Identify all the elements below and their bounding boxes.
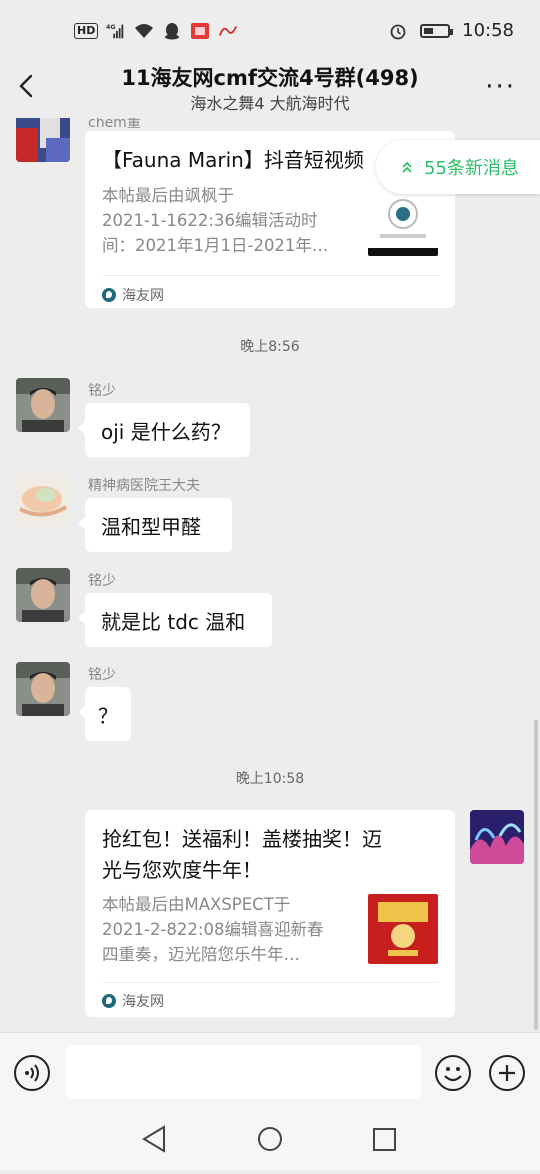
group-subtitle: 海水之舞4 大航海时代	[190, 94, 350, 113]
group-title: 11海友网cmf交流4号群(498)	[121, 66, 419, 90]
sender-name: 精神病医院王大夫	[88, 478, 200, 494]
timestamp: 晚上8:56	[240, 339, 300, 355]
card-thumbnail	[368, 186, 438, 256]
card-thumbnail	[368, 894, 438, 964]
message-bubble[interactable]: ？	[78, 687, 131, 741]
avatar[interactable]	[16, 568, 70, 622]
home-nav-icon[interactable]	[258, 1127, 282, 1151]
source-logo-icon	[102, 994, 116, 1008]
message-text: 就是比 tdc 温和	[101, 609, 246, 634]
sender-name: 铭少	[88, 383, 116, 399]
plus-icon	[499, 1065, 515, 1081]
sender-name: 铭少	[88, 667, 116, 683]
svg-text:4G: 4G	[106, 24, 116, 31]
message-bubble[interactable]: 就是比 tdc 温和	[78, 593, 272, 647]
sender-name: chem董	[88, 118, 141, 131]
system-nav-bar	[0, 1112, 540, 1170]
avatar[interactable]	[16, 118, 70, 162]
card-description: 本帖最后由飒枫于 2021-1-1622:36编辑活动时 间：2021年1月1日…	[102, 186, 329, 255]
sender-name: 铭少	[88, 573, 116, 589]
recents-nav-icon[interactable]	[373, 1128, 396, 1151]
new-messages-label: 55条新消息	[424, 158, 519, 179]
more-actions-button[interactable]	[489, 1055, 525, 1091]
double-chevron-up-icon	[402, 161, 412, 173]
wifi-icon	[134, 22, 154, 40]
message-input[interactable]	[66, 1045, 421, 1099]
source-logo-icon	[102, 288, 116, 302]
message-bubble[interactable]: 温和型甲醛	[78, 498, 232, 552]
scrollbar[interactable]	[534, 720, 538, 1030]
new-messages-button[interactable]: 55条新消息	[376, 140, 540, 194]
signal-icon: 4G	[106, 22, 126, 40]
more-button[interactable]: ···	[485, 72, 516, 102]
emoji-button[interactable]	[435, 1055, 471, 1091]
card-source: 海友网	[102, 991, 164, 1011]
card-title: 【Fauna Marin】抖音短视频	[102, 148, 364, 172]
hd-icon: HD	[74, 23, 99, 39]
alarm-icon	[388, 22, 408, 40]
status-bar: HD 4G 10:58	[0, 0, 540, 62]
card-description: 本帖最后由MAXSPECT于 2021-2-822:08编辑喜迎新春 四重奏，迈…	[102, 895, 324, 964]
message-text: ？	[98, 703, 118, 728]
back-nav-icon[interactable]	[142, 1125, 165, 1153]
emoji-icon	[444, 1067, 462, 1082]
my-avatar[interactable]	[470, 810, 524, 864]
avatar[interactable]	[16, 662, 70, 716]
card-title: 抢红包！送福利！盖楼抽奖！迈 光与您欢度牛年！	[102, 827, 382, 882]
message-bubble[interactable]: oji 是什么药？	[78, 403, 250, 457]
app-icon	[218, 22, 238, 40]
voice-icon	[25, 1064, 39, 1082]
avatar[interactable]	[16, 378, 70, 432]
input-bar	[0, 1032, 540, 1112]
timestamp: 晚上10:58	[235, 771, 305, 787]
voice-button[interactable]	[14, 1055, 50, 1091]
message-list[interactable]: chem董 【Fauna Marin】抖音短视频 本帖最后由飒枫于 2021-1…	[0, 118, 540, 1032]
link-card[interactable]: 抢红包！送福利！盖楼抽奖！迈 光与您欢度牛年！ 本帖最后由MAXSPECT于 2…	[85, 810, 455, 1017]
divider	[102, 275, 438, 276]
app-icon	[190, 22, 210, 40]
chat-header: 11海友网cmf交流4号群(498) 海水之舞4 大航海时代 ···	[0, 62, 540, 118]
avatar[interactable]	[16, 473, 70, 527]
qq-icon	[162, 22, 182, 40]
battery-icon	[420, 23, 454, 38]
message-text: oji 是什么药？	[101, 419, 231, 444]
divider	[102, 982, 438, 983]
card-source: 海友网	[102, 285, 164, 305]
message-text: 温和型甲醛	[101, 514, 201, 539]
clock: 10:58	[462, 20, 514, 41]
